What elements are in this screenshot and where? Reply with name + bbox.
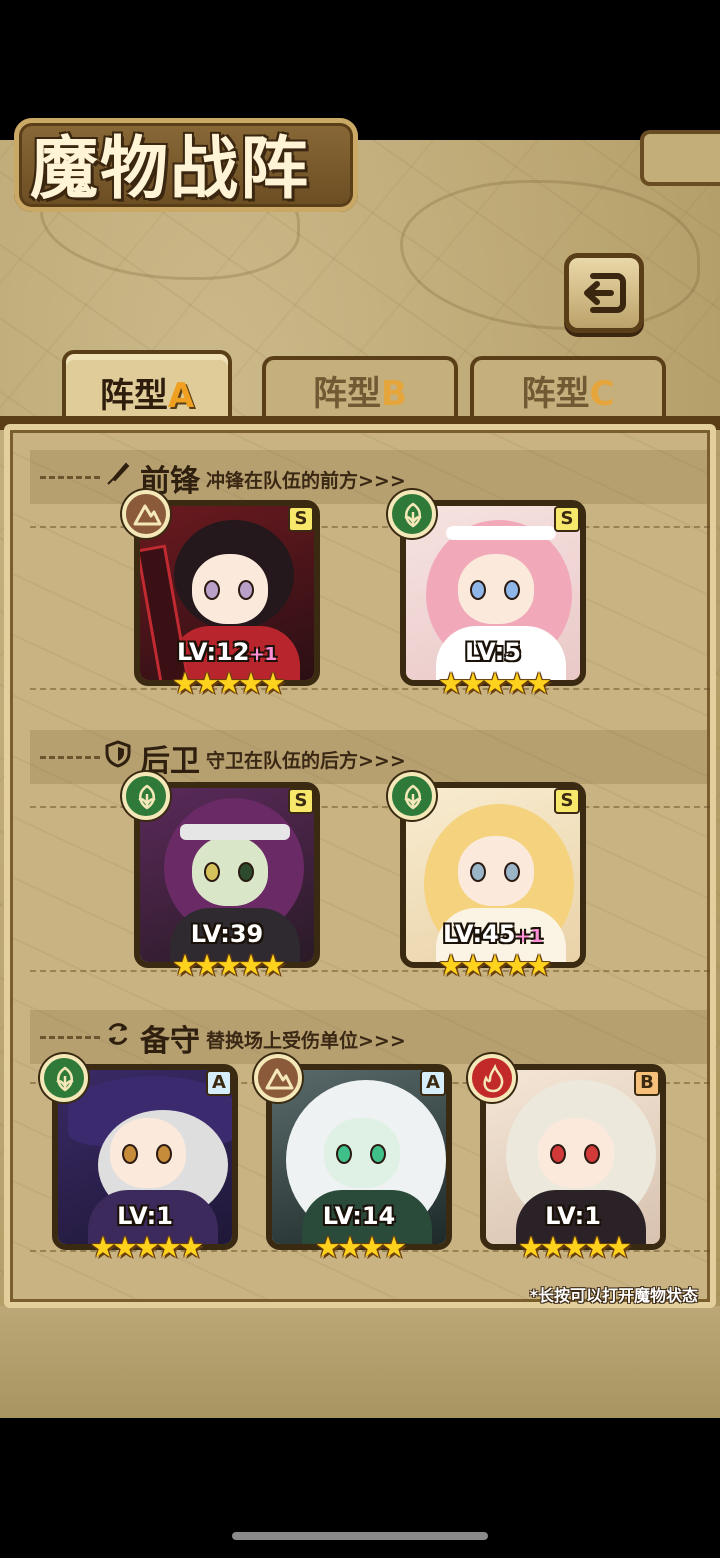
rank-badge: S bbox=[554, 506, 580, 532]
level-value: LV:12 bbox=[176, 638, 250, 666]
element-badge bbox=[254, 1054, 302, 1102]
monster-card[interactable]: A LV:1 ★★★★★ bbox=[40, 1054, 238, 1262]
level-label: LV:1 bbox=[52, 1202, 238, 1230]
section-subtitle-front: 冲锋在队伍的前方>>> bbox=[206, 470, 406, 492]
divider bbox=[40, 476, 100, 479]
star-rating: ★★★★★ bbox=[172, 666, 286, 700]
level-label: LV:1 bbox=[480, 1202, 666, 1230]
leaf-element-icon bbox=[56, 1066, 74, 1092]
map-ground bbox=[0, 1306, 720, 1418]
level-bonus: +1 bbox=[249, 644, 278, 665]
level-label: LV:5 bbox=[400, 638, 586, 666]
monster-card[interactable]: S LV:45+1 ★★★★★ bbox=[388, 772, 586, 980]
tab-letter: A bbox=[167, 376, 195, 416]
tab-letter: C bbox=[589, 374, 615, 414]
element-badge bbox=[122, 490, 170, 538]
level-label: LV:39 bbox=[134, 920, 320, 948]
rank-badge: S bbox=[288, 788, 314, 814]
divider bbox=[40, 756, 100, 759]
back-button-tab bbox=[640, 130, 720, 186]
element-badge bbox=[468, 1054, 516, 1102]
element-badge bbox=[122, 772, 170, 820]
level-label: LV:12+1 bbox=[134, 638, 320, 666]
section-subtitle-reserve: 替换场上受伤单位>>> bbox=[206, 1030, 406, 1052]
section-title-reserve: 备守 bbox=[140, 1024, 200, 1059]
hint-text: *长按可以打开魔物状态 bbox=[529, 1286, 698, 1305]
home-indicator[interactable] bbox=[232, 1532, 488, 1540]
element-badge bbox=[40, 1054, 88, 1102]
element-badge bbox=[388, 490, 436, 538]
map-decoration bbox=[400, 180, 700, 330]
rank-badge: B bbox=[634, 1070, 660, 1096]
tab-label: 阵型 bbox=[313, 374, 382, 414]
level-label: LV:45+1 bbox=[400, 920, 586, 948]
rank-badge: A bbox=[420, 1070, 446, 1096]
fire-element-icon bbox=[483, 1064, 504, 1093]
leaf-element-icon bbox=[404, 502, 422, 528]
shield-icon bbox=[105, 740, 131, 768]
level-value: LV:1 bbox=[117, 1202, 173, 1230]
star-rating: ★★★★★ bbox=[172, 948, 286, 982]
star-rating: ★★★★ bbox=[315, 1230, 407, 1264]
level-value: LV:14 bbox=[322, 1202, 396, 1230]
star-rating: ★★★★★ bbox=[90, 1230, 204, 1264]
star-rating: ★★★★★ bbox=[438, 666, 552, 700]
monster-card[interactable]: B LV:1 ★★★★★ bbox=[468, 1054, 666, 1262]
divider bbox=[30, 688, 710, 690]
divider bbox=[40, 1036, 100, 1039]
page-title: 魔物战阵 bbox=[30, 129, 311, 209]
back-button[interactable] bbox=[564, 253, 644, 333]
level-value: LV:45 bbox=[442, 920, 516, 948]
monster-card[interactable]: A LV:14 ★★★★ bbox=[254, 1054, 452, 1262]
leaf-element-icon bbox=[138, 784, 156, 810]
level-value: LV:39 bbox=[190, 920, 264, 948]
swap-icon bbox=[108, 1023, 128, 1045]
tab-formation-b[interactable]: 阵型B bbox=[262, 356, 458, 424]
sword-icon bbox=[107, 462, 130, 485]
rank-badge: S bbox=[288, 506, 314, 532]
earth-element-icon bbox=[265, 1068, 294, 1090]
level-value: LV:5 bbox=[465, 638, 521, 666]
level-value: LV:1 bbox=[545, 1202, 601, 1230]
element-badge bbox=[388, 772, 436, 820]
rank-badge: A bbox=[206, 1070, 232, 1096]
tab-formation-c[interactable]: 阵型C bbox=[470, 356, 666, 424]
monster-card[interactable]: S LV:39 ★★★★★ bbox=[122, 772, 320, 980]
earth-element-icon bbox=[133, 504, 162, 526]
monster-card[interactable]: S LV:5 ★★★★★ bbox=[388, 490, 586, 698]
back-arrow-icon bbox=[584, 273, 626, 313]
leaf-element-icon bbox=[404, 784, 422, 810]
tab-label: 阵型 bbox=[521, 374, 590, 414]
tab-label: 阵型 bbox=[99, 376, 168, 416]
tab-letter: B bbox=[381, 374, 407, 414]
star-rating: ★★★★★ bbox=[438, 948, 552, 982]
level-bonus: +1 bbox=[515, 926, 544, 947]
level-label: LV:14 bbox=[266, 1202, 452, 1230]
divider bbox=[30, 970, 710, 972]
rank-badge: S bbox=[554, 788, 580, 814]
section-subtitle-back: 守卫在队伍的后方>>> bbox=[206, 750, 406, 772]
monster-card[interactable]: S LV:12+1 ★★★★★ bbox=[122, 490, 320, 698]
star-rating: ★★★★★ bbox=[518, 1230, 632, 1264]
